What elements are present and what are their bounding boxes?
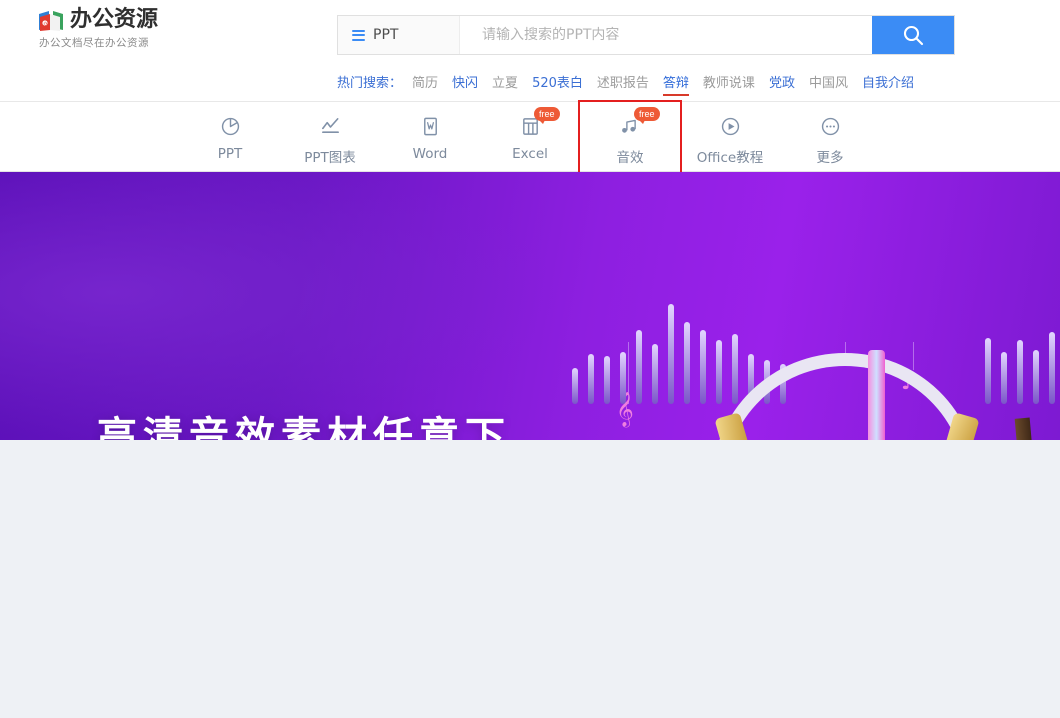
nav-label-sound-effects: 音效 <box>616 150 644 166</box>
hot-search-item-9[interactable]: 自我介绍 <box>862 72 914 91</box>
more-dots-icon <box>820 115 841 137</box>
hot-search-item-6[interactable]: 教师说课 <box>703 72 755 91</box>
banner-gradient-overlay <box>0 172 560 440</box>
nav-label-office-tutorials: Office教程 <box>696 150 764 166</box>
hot-search-item-7[interactable]: 党政 <box>769 72 795 91</box>
category-nav: PPT PPT图表 Word free Excel free 音效 Office… <box>0 100 1060 174</box>
site-header: 办 办公资源 办公文档尽在办公资源 PPT 热门搜索： 简历 快闪 立夏 520… <box>0 0 1060 102</box>
search-input[interactable] <box>460 16 872 54</box>
nav-label-more: 更多 <box>816 150 844 166</box>
pie-chart-icon <box>220 115 241 137</box>
hot-search-bar: 热门搜索： 简历 快闪 立夏 520表白 述职报告 答辩 教师说课 党政 中国风… <box>337 72 921 96</box>
hot-search-item-1[interactable]: 快闪 <box>452 72 478 91</box>
nav-item-sound-effects[interactable]: free 音效 <box>578 100 682 174</box>
search-category-selector[interactable]: PPT <box>338 16 460 54</box>
banner-title: 高清音效素材任意下 <box>97 414 511 440</box>
hot-search-item-2[interactable]: 立夏 <box>492 72 518 91</box>
search-button[interactable] <box>872 16 954 54</box>
hero-banner[interactable]: 𝄞 ♪ 高清音效素材任意下 <box>0 172 1060 440</box>
line-chart-icon <box>320 115 341 137</box>
hot-search-item-4[interactable]: 述职报告 <box>597 72 649 91</box>
hot-topics-section: 热门专题 精品内容，尽在专题推荐 PPT 办公资源 <box>0 440 1060 718</box>
search-icon <box>901 23 925 47</box>
site-logo[interactable]: 办 办公资源 办公文档尽在办公资源 <box>38 8 173 54</box>
search-category-label: PPT <box>373 27 399 43</box>
logo-row: 办 办公资源 <box>38 8 158 32</box>
nav-label-ppt-charts: PPT图表 <box>304 150 356 166</box>
search-box: PPT <box>337 15 955 55</box>
nav-item-ppt-charts[interactable]: PPT图表 <box>280 102 380 170</box>
book-stack-icon: 办 <box>38 8 64 32</box>
logo-title: 办公资源 <box>70 7 159 32</box>
free-badge-excel: free <box>534 107 560 124</box>
free-badge-sound-effects: free <box>634 107 660 124</box>
svg-text:办: 办 <box>43 20 47 26</box>
nav-label-ppt: PPT <box>217 146 243 162</box>
hot-search-item-3[interactable]: 520表白 <box>532 72 583 91</box>
hot-search-label: 热门搜索： <box>337 76 403 91</box>
play-circle-icon <box>720 115 741 137</box>
nav-item-office-tutorials[interactable]: Office教程 <box>680 102 780 170</box>
word-doc-icon <box>420 115 441 137</box>
treble-clef-icon: 𝄞 <box>616 392 634 427</box>
hot-search-item-5[interactable]: 答辩 <box>662 72 689 96</box>
nav-item-word[interactable]: Word <box>380 102 480 170</box>
hot-search-item-8[interactable]: 中国风 <box>809 72 848 91</box>
nav-label-word: Word <box>412 146 448 162</box>
logo-tagline: 办公文档尽在办公资源 <box>39 37 149 49</box>
nav-label-excel: Excel <box>512 146 548 162</box>
nav-item-excel[interactable]: free Excel <box>480 102 580 170</box>
nav-item-ppt[interactable]: PPT <box>180 102 280 170</box>
hamburger-icon <box>352 29 365 41</box>
nav-item-more[interactable]: 更多 <box>780 102 880 170</box>
hot-search-item-0[interactable]: 简历 <box>412 72 438 91</box>
